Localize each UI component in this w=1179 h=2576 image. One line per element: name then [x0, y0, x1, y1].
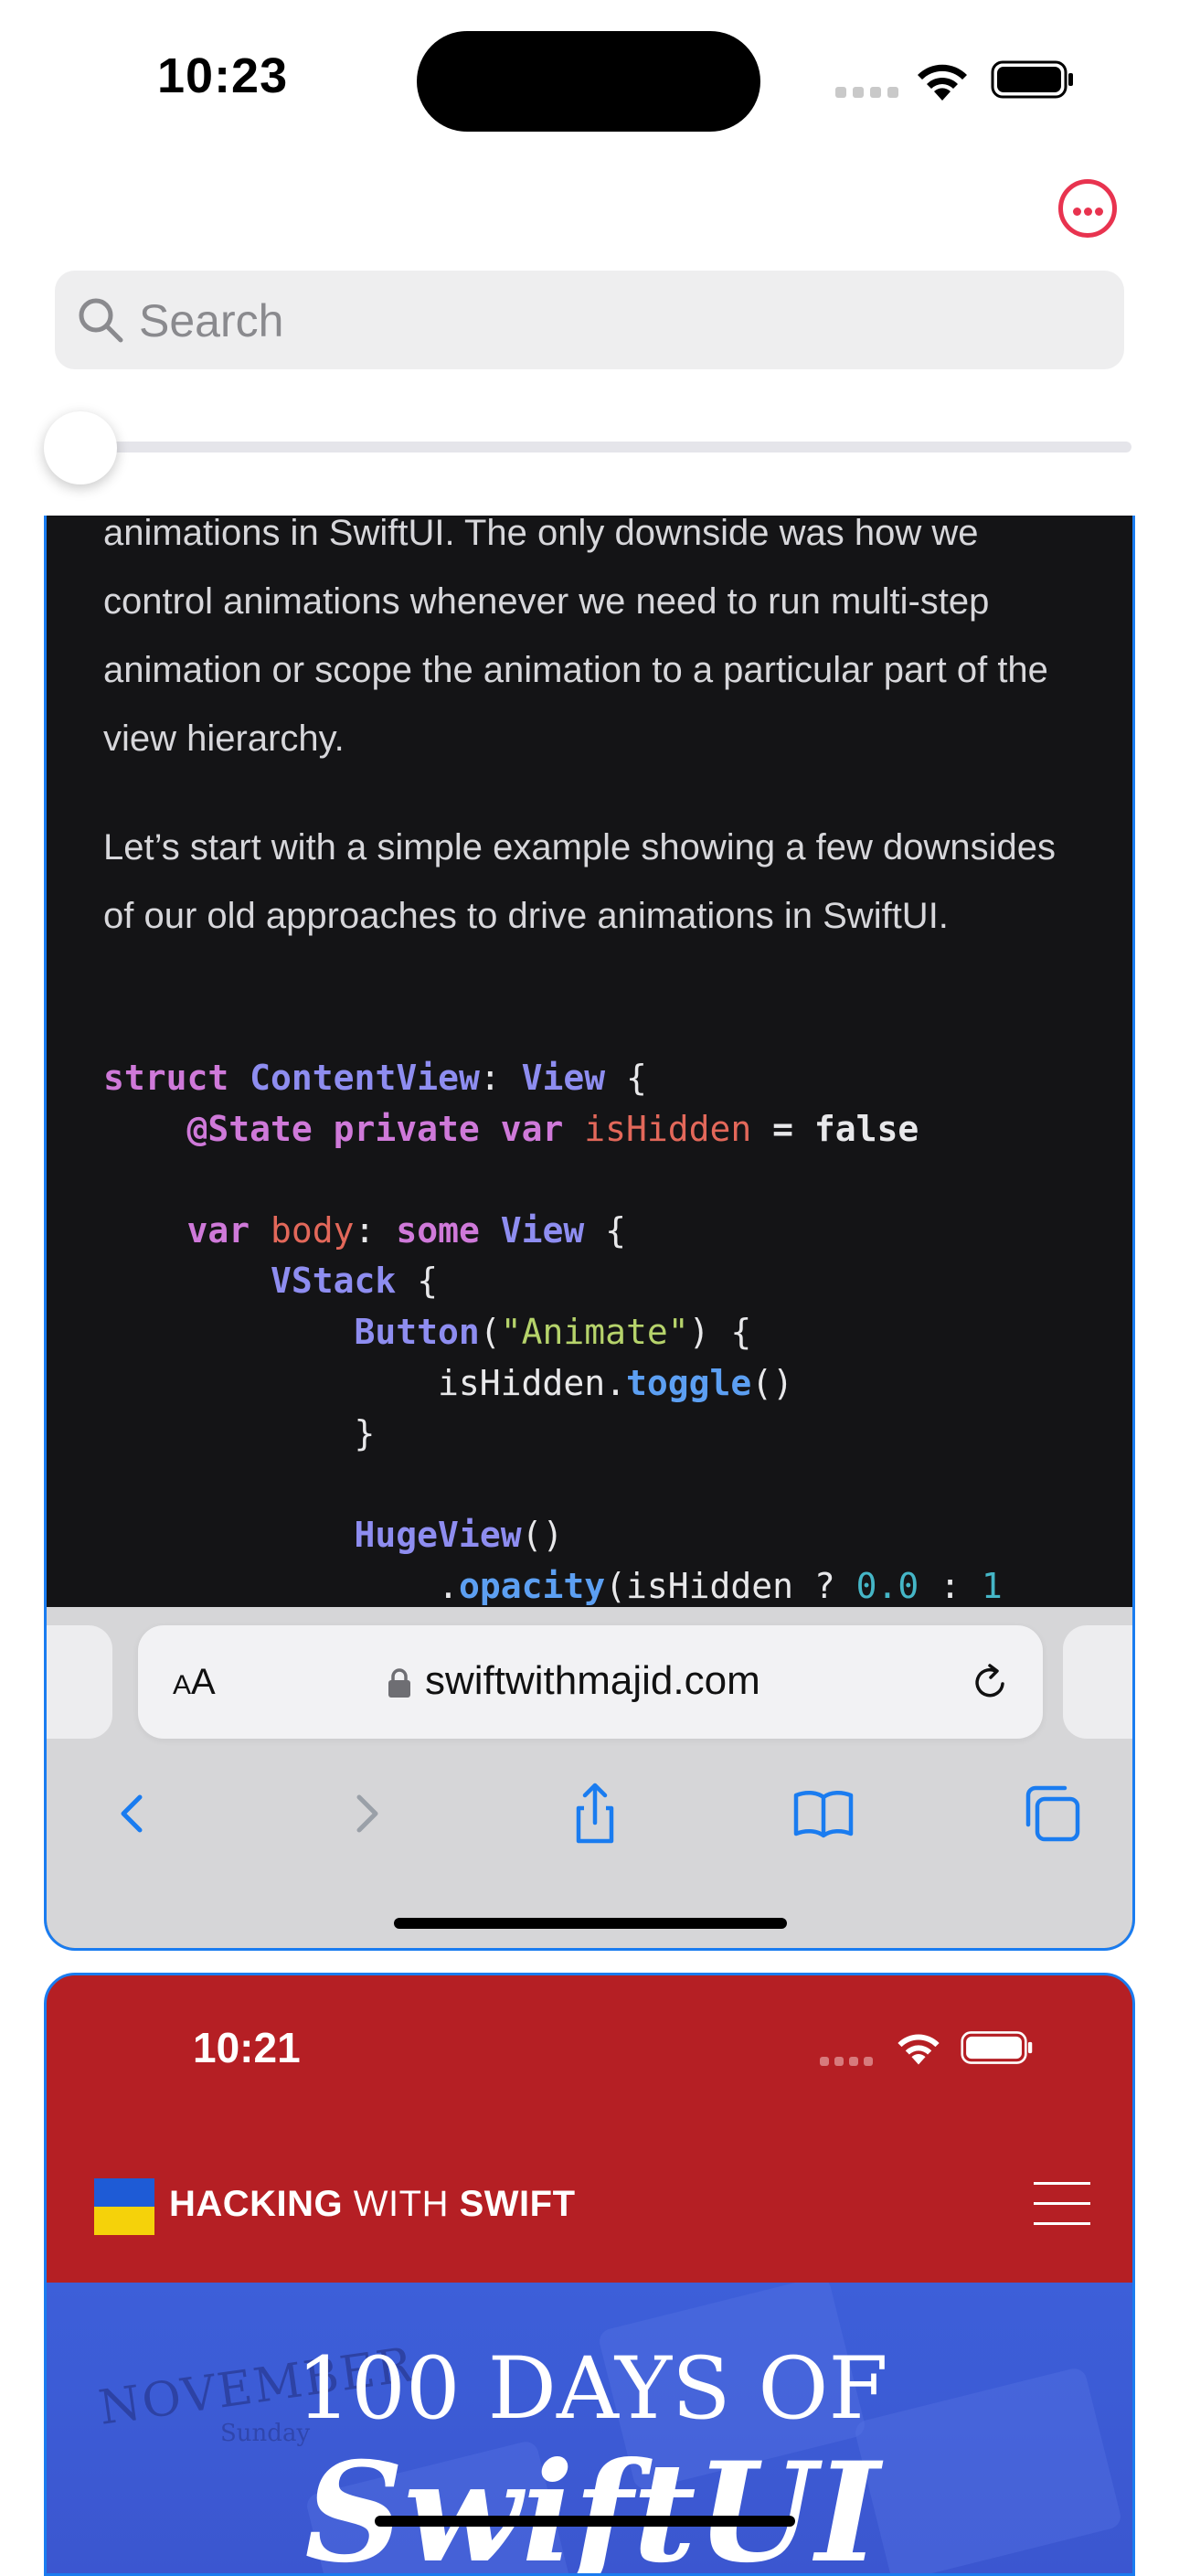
dynamic-island [417, 31, 760, 132]
safari-nav-row [47, 1777, 1132, 1850]
zoom-slider[interactable] [44, 411, 1131, 484]
text-size-button[interactable]: AA [173, 1662, 216, 1703]
code-block: struct ContentView: View { @State privat… [103, 1058, 1003, 1606]
status-time: 10:23 [157, 48, 289, 103]
tab-card-swiftwithmajid[interactable]: animations in SwiftUI. The only downside… [44, 516, 1135, 1951]
home-indicator [375, 2516, 795, 2527]
search-bar[interactable] [55, 271, 1124, 369]
next-tab-peek[interactable] [1063, 1625, 1132, 1739]
address-bar[interactable]: AA swiftwithmajid.com [138, 1625, 1043, 1739]
article-paragraph: Let’s start with a simple example showin… [103, 827, 1056, 936]
article-body: animations in SwiftUI. The only downside… [103, 516, 1090, 951]
back-icon[interactable] [98, 1777, 171, 1850]
tab-status-time: 10:21 [193, 2024, 301, 2071]
more-options-button[interactable] [1058, 179, 1117, 238]
site-logo[interactable]: HACKING WITH SWIFT [169, 2184, 576, 2225]
battery-icon [961, 2031, 1033, 2064]
wifi-icon [898, 2034, 940, 2065]
hero-title: 100 DAYS OF [296, 2339, 888, 2439]
previous-tab-peek[interactable] [47, 1625, 112, 1739]
ukraine-flag-icon [94, 2178, 154, 2235]
wifi-icon [918, 64, 967, 101]
url-text: swiftwithmajid.com [425, 1658, 760, 1703]
forward-icon[interactable] [328, 1777, 401, 1850]
bookmarks-icon[interactable] [787, 1777, 860, 1850]
search-icon [79, 298, 123, 343]
home-indicator [394, 1918, 787, 1929]
reload-icon[interactable] [968, 1660, 1012, 1704]
article-paragraph: animations in SwiftUI. The only downside… [103, 516, 1048, 759]
lock-icon [388, 1668, 410, 1698]
slider-track [80, 442, 1131, 452]
cellular-signal-icon [835, 86, 905, 102]
tabs-icon[interactable] [1015, 1777, 1089, 1850]
hero-subtitle: SwiftUI [304, 2432, 880, 2576]
menu-icon[interactable] [1034, 2182, 1090, 2228]
status-bar: 10:23 [0, 0, 1179, 146]
battery-icon [991, 60, 1073, 99]
search-input[interactable] [139, 294, 1053, 347]
tab-card-hackingwithswift[interactable]: 10:21 HACKING WITH SWIFT NOVEMBER Sunday… [44, 1973, 1135, 2576]
safari-toolbar: AA swiftwithmajid.com [47, 1607, 1132, 1948]
share-icon[interactable] [558, 1777, 632, 1850]
cellular-signal-icon [820, 2054, 878, 2070]
hero-banner: NOVEMBER Sunday 100 DAYS OF SwiftUI [47, 2283, 1132, 2576]
slider-thumb[interactable] [44, 411, 117, 484]
